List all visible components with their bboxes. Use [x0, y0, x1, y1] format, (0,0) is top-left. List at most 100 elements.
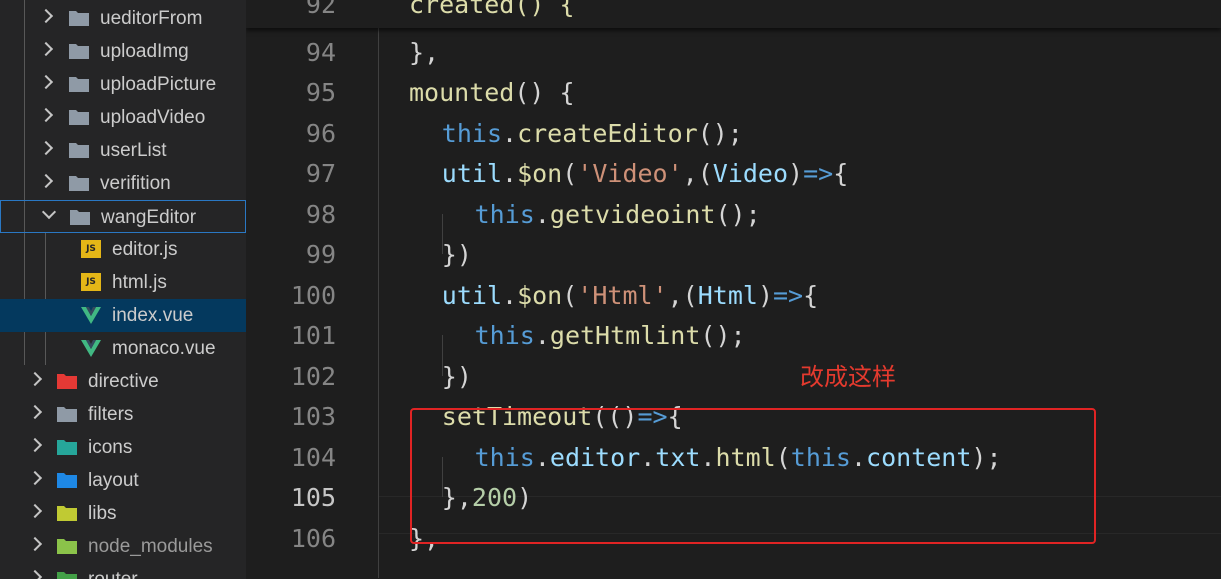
chevron-right-icon[interactable]: [27, 371, 43, 387]
tree-item-directive[interactable]: directive: [0, 365, 246, 398]
folder-lib-icon: [57, 504, 77, 522]
code-token: 'Video': [577, 159, 683, 188]
tree-item-node-modules[interactable]: node_modules: [0, 530, 246, 563]
tree-item-uploadpicture[interactable]: uploadPicture: [0, 68, 246, 101]
javascript-file-icon: JS: [81, 273, 101, 291]
code-token: mounted: [409, 78, 515, 107]
tree-item-router[interactable]: router: [0, 563, 246, 579]
folder-directive-icon: [57, 372, 77, 390]
code-token: .: [502, 280, 518, 310]
tree-item-label: node_modules: [88, 536, 213, 557]
code-token: ,(: [667, 280, 698, 310]
tree-item-label: libs: [88, 503, 117, 524]
tree-item-label: icons: [88, 437, 133, 458]
line-number: 101: [290, 321, 336, 350]
sticky-line-number: 92: [305, 0, 336, 19]
tree-item-ueditorfrom[interactable]: ueditorFrom: [0, 2, 246, 35]
tree-item-html-js[interactable]: JS html.js: [0, 266, 246, 299]
chevron-right-icon[interactable]: [27, 503, 43, 519]
code-token: {: [803, 280, 819, 310]
folder-icon: [69, 141, 89, 159]
tree-item-icons[interactable]: icons: [0, 431, 246, 464]
tree-item-label: uploadImg: [100, 41, 189, 62]
sticky-code-text: created() {: [409, 0, 575, 19]
code-token: (: [562, 280, 578, 310]
sticky-scroll-header[interactable]: 92 created() {: [246, 0, 1221, 28]
tree-item-label: wangEditor: [101, 207, 197, 228]
chevron-right-icon[interactable]: [38, 140, 54, 156]
code-token: ();: [715, 199, 761, 229]
tree-item-label: html.js: [112, 272, 167, 293]
code-line[interactable]: },: [409, 38, 439, 67]
tree-item-userlist[interactable]: userList: [0, 134, 246, 167]
tree-item-filters[interactable]: filters: [0, 398, 246, 431]
tree-item-libs[interactable]: libs: [0, 497, 246, 530]
tree-item-monaco-vue[interactable]: monaco.vue: [0, 332, 246, 365]
tree-item-index-vue[interactable]: index.vue: [0, 299, 246, 332]
code-token: 'Html': [577, 280, 668, 310]
code-token: ): [757, 280, 773, 310]
tree-item-uploadvideo[interactable]: uploadVideo: [0, 101, 246, 134]
chevron-right-icon[interactable]: [38, 8, 54, 24]
code-line[interactable]: this.getvideoint();: [475, 200, 761, 229]
folder-layout-icon: [57, 471, 77, 489]
code-line[interactable]: util.$on('Html',(Html)=>{: [442, 281, 818, 310]
line-number: 102: [290, 361, 336, 391]
code-token: getvideoint: [549, 199, 716, 229]
code-token: }): [441, 361, 472, 391]
code-token: this: [474, 199, 535, 229]
tree-item-label: router: [88, 569, 138, 579]
chevron-right-icon[interactable]: [27, 470, 43, 486]
code-token: util: [441, 159, 503, 188]
code-token: ): [788, 159, 804, 188]
tree-item-layout[interactable]: layout: [0, 464, 246, 497]
code-token: Video: [712, 159, 789, 188]
code-token: getHtmlint: [549, 321, 701, 350]
chevron-right-icon[interactable]: [38, 41, 54, 57]
code-line[interactable]: mounted() {: [409, 78, 575, 107]
line-number: 106: [290, 523, 336, 553]
code-token: =>: [773, 280, 804, 310]
chevron-right-icon[interactable]: [27, 437, 43, 453]
tree-item-label: filters: [88, 404, 134, 425]
chevron-down-icon[interactable]: [41, 204, 57, 220]
tree-item-editor-js[interactable]: JS editor.js: [0, 233, 246, 266]
line-number: 95: [305, 78, 336, 107]
code-token: .: [534, 199, 550, 229]
folder-icon: [57, 405, 77, 423]
tree-item-wangeditor[interactable]: wangEditor: [0, 200, 246, 233]
vue-file-icon: [81, 306, 101, 324]
code-token: $on: [517, 159, 563, 188]
code-token: util: [441, 280, 503, 310]
sticky-line-code[interactable]: created() {: [409, 0, 575, 19]
folder-node-icon: [57, 537, 77, 555]
code-line[interactable]: }): [442, 240, 472, 269]
chevron-right-icon[interactable]: [27, 536, 43, 552]
code-token: }): [441, 240, 472, 269]
folder-icon: [69, 75, 89, 93]
code-line[interactable]: this.getHtmlint();: [475, 321, 746, 350]
line-number: 98: [305, 199, 336, 229]
folder-icon: [69, 42, 89, 60]
folder-icon: [70, 208, 90, 226]
line-number: 104: [290, 442, 336, 472]
folder-icon: [69, 174, 89, 192]
code-token: () {: [514, 78, 575, 107]
chevron-right-icon[interactable]: [38, 173, 54, 189]
annotation-text: 改成这样: [800, 363, 896, 391]
code-line[interactable]: util.$on('Video',(Video)=>{: [442, 159, 848, 188]
chevron-right-icon[interactable]: [38, 74, 54, 90]
tree-item-label: userList: [100, 140, 167, 161]
code-token: ,(: [682, 159, 713, 188]
code-token: =>: [803, 159, 834, 188]
code-line[interactable]: this.createEditor();: [442, 119, 743, 148]
tree-item-verifition[interactable]: verifition: [0, 167, 246, 200]
chevron-right-icon[interactable]: [27, 404, 43, 420]
chevron-right-icon[interactable]: [38, 107, 54, 123]
code-line[interactable]: }): [442, 362, 472, 391]
chevron-right-icon[interactable]: [27, 569, 43, 579]
tree-item-label: uploadVideo: [100, 107, 206, 128]
code-token: ();: [700, 321, 746, 350]
tree-item-uploadimg[interactable]: uploadImg: [0, 35, 246, 68]
line-number: 100: [290, 280, 336, 310]
